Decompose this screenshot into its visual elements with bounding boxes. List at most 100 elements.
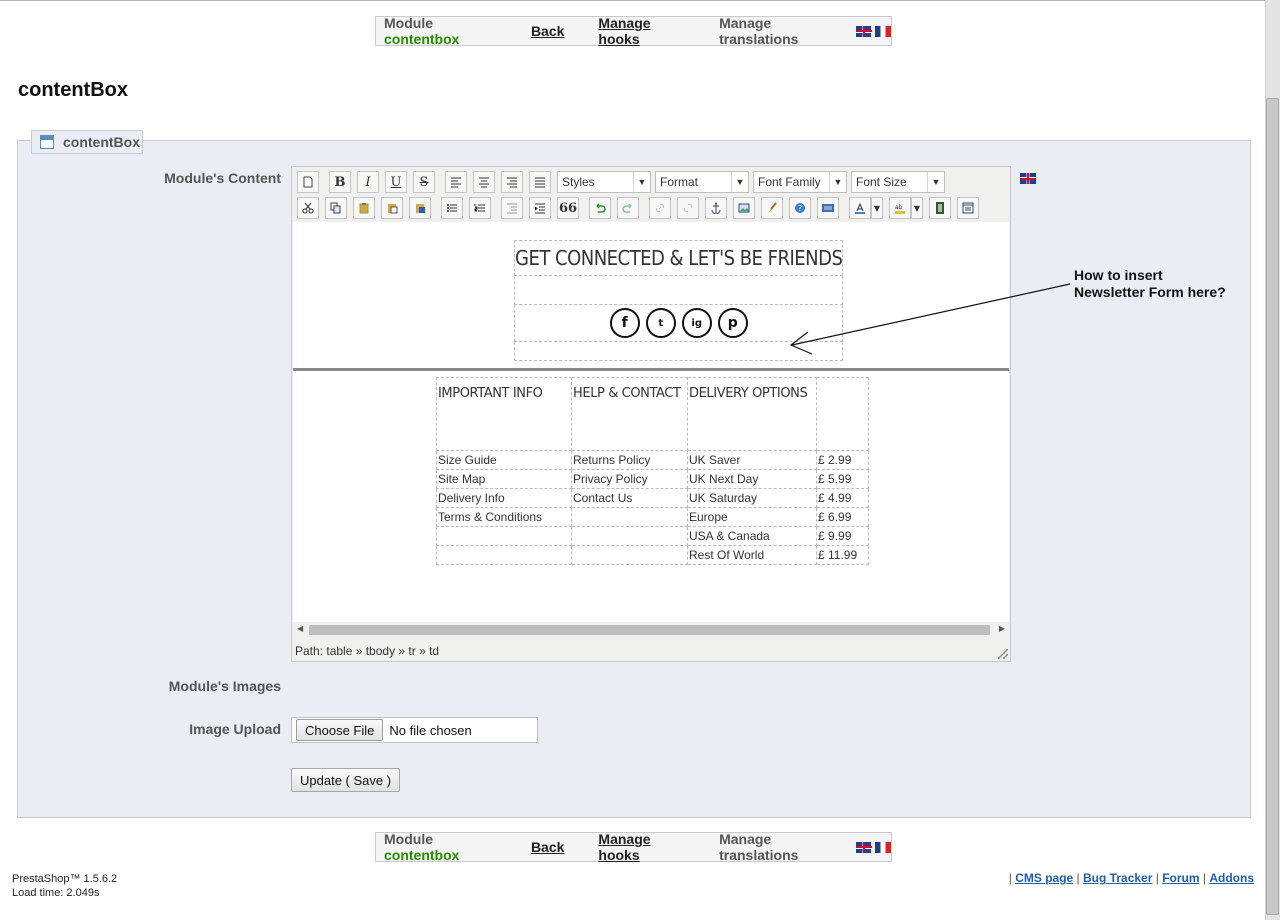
copy-button[interactable] <box>325 197 347 219</box>
scissors-icon <box>302 202 314 214</box>
manage-translations-label: Manage translations <box>719 831 799 863</box>
chevron-down-icon: ▼ <box>927 172 944 192</box>
insert-image-button[interactable] <box>733 197 755 219</box>
highlight-dropdown[interactable]: ▼ <box>911 197 923 219</box>
font-size-select[interactable]: Font Size ▼ <box>851 171 945 193</box>
text-color-dropdown[interactable]: ▼ <box>871 197 883 219</box>
cms-page-link[interactable]: CMS page <box>1015 871 1073 885</box>
manage-hooks-link[interactable]: Manage hooks <box>598 15 693 47</box>
back-link[interactable]: Back <box>531 23 564 39</box>
align-left-icon <box>451 177 461 188</box>
redo-button[interactable] <box>617 197 639 219</box>
cleanup-button[interactable] <box>761 197 783 219</box>
align-justify-button[interactable] <box>529 171 551 193</box>
paste-text-button[interactable] <box>381 197 403 219</box>
bold-button[interactable]: B <box>329 171 351 193</box>
addons-link[interactable]: Addons <box>1209 871 1254 885</box>
version-text: PrestaShop™ 1.5.6.2 <box>12 873 118 885</box>
paste-button[interactable] <box>353 197 375 219</box>
hscroll-thumb[interactable] <box>309 625 990 635</box>
svg-text:ab: ab <box>895 204 903 211</box>
editor-horizontal-scrollbar[interactable]: ◀ ▶ <box>293 622 1009 638</box>
update-save-button[interactable]: Update ( Save ) <box>291 768 401 792</box>
align-left-button[interactable] <box>445 171 467 193</box>
module-name: contentbox <box>384 847 460 863</box>
scroll-left-icon[interactable]: ◀ <box>297 624 303 633</box>
align-right-button[interactable] <box>501 171 523 193</box>
footer-links: | CMS page | Bug Tracker | Forum | Addon… <box>1008 871 1254 885</box>
table-row: Rest Of World £ 11.99 <box>436 545 869 565</box>
styles-select[interactable]: Styles ▼ <box>557 171 651 193</box>
info-table: IMPORTANT INFO HELP & CONTACT DELIVERY O… <box>436 377 869 565</box>
uk-flag-icon[interactable] <box>855 25 872 37</box>
blockquote-button[interactable]: 66 <box>557 197 579 219</box>
panel-legend: contentBox <box>31 130 143 154</box>
insert-media-button[interactable] <box>929 197 951 219</box>
resize-handle-icon[interactable] <box>998 649 1008 659</box>
social-heading: GET CONNECTED & LET'S BE FRIENDS <box>513 240 844 276</box>
pinterest-icon[interactable]: p <box>717 308 748 338</box>
bug-tracker-link[interactable]: Bug Tracker <box>1083 871 1152 885</box>
chevron-down-icon: ▼ <box>829 172 846 192</box>
scroll-right-icon[interactable]: ▶ <box>999 624 1005 633</box>
load-time-text: Load time: 2.049s <box>12 887 100 899</box>
numbered-list-icon <box>474 204 485 212</box>
instagram-icon[interactable]: ig <box>681 308 712 338</box>
image-file-input[interactable]: Choose File No file chosen <box>291 717 538 743</box>
back-link[interactable]: Back <box>531 839 564 855</box>
chevron-down-icon: ▼ <box>731 172 748 192</box>
facebook-icon[interactable]: f <box>609 308 640 338</box>
uk-flag-icon[interactable] <box>855 841 872 853</box>
help-button[interactable]: ? <box>789 197 811 219</box>
version-info: PrestaShop™ 1.5.6.2 Load time: 2.049s <box>12 872 117 900</box>
element-path: Path: table » tbody » tr » td <box>295 643 440 658</box>
file-status: No file chosen <box>389 722 472 738</box>
underline-button[interactable]: U <box>385 171 407 193</box>
fr-flag-icon[interactable] <box>875 841 892 853</box>
text-color-icon <box>855 202 865 214</box>
new-document-icon <box>303 176 313 188</box>
unlink-button[interactable] <box>677 197 699 219</box>
editor-language-flag-icon[interactable] <box>1020 173 1036 184</box>
copy-icon <box>330 202 341 214</box>
forum-link[interactable]: Forum <box>1162 871 1199 885</box>
fr-flag-icon[interactable] <box>875 25 892 37</box>
paste-word-button[interactable] <box>409 197 431 219</box>
scrollbar-thumb[interactable] <box>1266 98 1279 915</box>
film-icon <box>936 202 944 214</box>
help-icon: ? <box>795 203 805 213</box>
link-button[interactable] <box>649 197 671 219</box>
align-center-button[interactable] <box>473 171 495 193</box>
text-color-button[interactable] <box>849 197 871 219</box>
highlight-icon: ab <box>895 204 905 214</box>
editor-toolbar-row-1: B I U S Styles ▼ Format ▼ Font Family ▼ Fon… <box>292 169 1010 195</box>
indent-button[interactable] <box>529 197 551 219</box>
template-button[interactable] <box>957 197 979 219</box>
twitter-icon[interactable]: t <box>645 308 676 338</box>
bullet-list-icon <box>447 204 457 212</box>
new-document-button[interactable] <box>297 171 319 193</box>
brush-icon <box>768 202 777 213</box>
page-scrollbar[interactable] <box>1265 0 1280 920</box>
strikethrough-button[interactable]: S <box>413 171 435 193</box>
italic-button[interactable]: I <box>357 171 379 193</box>
format-select[interactable]: Format ▼ <box>655 171 749 193</box>
html-source-button[interactable] <box>817 197 839 219</box>
choose-file-button[interactable]: Choose File <box>296 719 384 741</box>
font-family-select[interactable]: Font Family ▼ <box>753 171 847 193</box>
bullet-list-button[interactable] <box>441 197 463 219</box>
undo-button[interactable] <box>589 197 611 219</box>
anchor-button[interactable] <box>705 197 727 219</box>
module-toolbar-bottom: Module contentbox Back Manage hooks Mana… <box>375 831 892 863</box>
manage-hooks-link[interactable]: Manage hooks <box>598 831 693 863</box>
header-help-contact: HELP & CONTACT <box>571 377 688 451</box>
cut-button[interactable] <box>297 197 319 219</box>
highlight-color-button[interactable]: ab <box>889 197 911 219</box>
header-important-info: IMPORTANT INFO <box>436 377 572 451</box>
outdent-icon <box>507 203 517 214</box>
window-icon <box>40 135 54 149</box>
header-delivery-options: DELIVERY OPTIONS <box>687 377 817 451</box>
module-toolbar-top: Module contentbox Back Manage hooks Mana… <box>375 15 892 47</box>
outdent-button[interactable] <box>501 197 523 219</box>
numbered-list-button[interactable] <box>469 197 491 219</box>
